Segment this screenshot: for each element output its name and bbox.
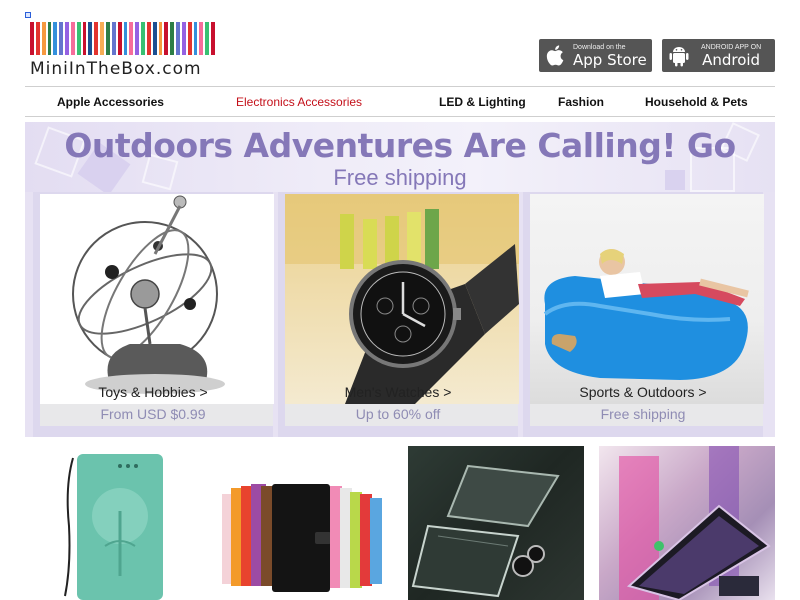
logo-stripe: [158, 22, 163, 55]
logo-stripe: [111, 22, 116, 55]
logo-stripe: [205, 22, 210, 55]
card-label-watches: Men's Watches >: [344, 384, 452, 400]
logo-stripe: [59, 22, 64, 55]
logo-stripe: [53, 22, 58, 55]
page-marker-icon: [25, 12, 31, 18]
product-tile[interactable]: [599, 446, 775, 600]
card-label-sports: Sports & Outdoors >: [579, 384, 707, 400]
app-store-button[interactable]: Download on the App Store: [539, 39, 652, 72]
promo-card-toys[interactable]: Toys & Hobbies > From USD $0.99: [33, 192, 274, 437]
logo-stripe: [100, 22, 104, 55]
logo-stripe: [70, 22, 75, 55]
watch-image: [285, 194, 519, 404]
nav-apple-accessories[interactable]: Apple Accessories: [57, 95, 164, 109]
promo-banner[interactable]: Outdoors Adventures Are Calling! Go Free…: [25, 122, 775, 437]
product-tile[interactable]: [408, 446, 584, 600]
product-tile[interactable]: [25, 446, 210, 600]
category-nav: Apple Accessories Electronics Accessorie…: [25, 86, 775, 117]
logo-stripe: [47, 22, 52, 55]
logo-stripe: [164, 22, 169, 55]
android-icon: [669, 46, 689, 66]
nav-electronics-accessories[interactable]: Electronics Accessories: [236, 95, 362, 109]
site-logo[interactable]: MiniInTheBox.com: [30, 22, 215, 82]
logo-text: MiniInTheBox.com: [30, 59, 202, 79]
product-tile[interactable]: [217, 446, 392, 600]
logo-stripe: [187, 22, 192, 55]
logo-stripe: [41, 22, 46, 55]
logo-stripe: [170, 22, 175, 55]
logo-stripe: [105, 22, 110, 55]
logo-stripe: [181, 22, 186, 55]
logo-stripe: [123, 22, 128, 55]
product-image: [619, 446, 771, 600]
logo-stripe: [82, 22, 87, 55]
logo-stripe: [65, 22, 69, 55]
logo-stripe: [76, 22, 81, 55]
card-sub-watches: Up to 60% off: [355, 406, 441, 422]
product-image: [222, 484, 382, 592]
logo-stripe: [30, 22, 34, 55]
nav-fashion[interactable]: Fashion: [558, 95, 604, 109]
logo-stripe: [35, 22, 40, 55]
promo-card-sports[interactable]: Sports & Outdoors > Free shipping: [523, 192, 764, 437]
nav-led-lighting[interactable]: LED & Lighting: [439, 95, 526, 109]
logo-stripe: [211, 22, 215, 55]
promo-card-watches[interactable]: Men's Watches > Up to 60% off: [278, 192, 519, 437]
logo-stripe: [152, 22, 157, 55]
logo-stripe: [117, 22, 122, 55]
product-image: [411, 464, 560, 598]
logo-stripe: [193, 22, 198, 55]
app-store-label: App Store: [573, 50, 647, 69]
logo-stripe: [141, 22, 145, 55]
android-app-button[interactable]: ANDROID APP ON Android: [662, 39, 775, 72]
logo-stripe: [94, 22, 99, 55]
card-label-toys: Toys & Hobbies >: [98, 384, 208, 400]
banner-title: Outdoors Adventures Are Calling! Go: [64, 126, 736, 165]
logo-stripe: [146, 22, 151, 55]
logo-stripes: [30, 22, 215, 55]
logo-stripe: [129, 22, 134, 55]
logo-stripe: [199, 22, 204, 55]
apple-icon: [546, 45, 564, 66]
android-label: Android: [702, 50, 761, 69]
logo-stripe: [88, 22, 93, 55]
banner-subtitle: Free shipping: [333, 165, 467, 190]
sports-image: [530, 194, 764, 404]
card-sub-toys: From USD $0.99: [100, 406, 206, 422]
card-sub-sports: Free shipping: [600, 406, 686, 422]
logo-stripe: [135, 22, 140, 55]
product-image: [64, 454, 163, 600]
toys-image: [40, 194, 274, 404]
nav-household-pets[interactable]: Household & Pets: [645, 95, 748, 109]
logo-stripe: [176, 22, 180, 55]
